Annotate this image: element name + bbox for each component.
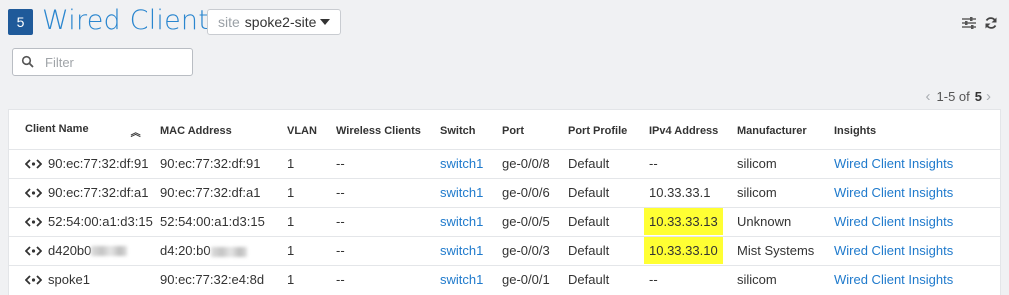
prev-page-button[interactable]: ‹	[922, 88, 935, 105]
wired-client-icon	[25, 187, 42, 198]
col-header-port[interactable]: Port	[502, 110, 568, 149]
wired-client-icon	[25, 245, 42, 256]
insights-link[interactable]: Wired Client Insights	[834, 214, 953, 229]
switch-link[interactable]: switch1	[440, 243, 483, 258]
table-row[interactable]: 52:54:00:a1:d3:15 52:54:00:a1:d3:15 1 --…	[9, 206, 1000, 236]
col-header-manufacturer[interactable]: Manufacturer	[737, 110, 834, 149]
switch-link[interactable]: switch1	[440, 272, 483, 287]
insights-link[interactable]: Wired Client Insights	[834, 156, 953, 171]
switch-link[interactable]: switch1	[440, 156, 483, 171]
client-name[interactable]: 52:54:00:a1:d3:15	[48, 214, 153, 229]
ipv4-address: 10.33.33.13	[644, 208, 723, 235]
redacted-text	[91, 245, 128, 256]
manufacturer: Unknown	[737, 206, 834, 236]
client-name[interactable]: d420b0	[48, 243, 91, 258]
port: ge-0/0/5	[502, 206, 568, 236]
col-header-switch[interactable]: Switch	[440, 110, 502, 149]
insights-link[interactable]: Wired Client Insights	[834, 185, 953, 200]
wired-client-icon	[25, 158, 42, 169]
table-row[interactable]: spoke1 90:ec:77:32:e4:8d 1 -- switch1 ge…	[9, 264, 1000, 294]
site-value: spoke2-site	[244, 14, 317, 30]
client-name[interactable]: 90:ec:77:32:df:91	[48, 156, 148, 171]
redacted-text	[210, 246, 247, 257]
col-header-mac-address[interactable]: MAC Address	[160, 110, 287, 149]
site-dropdown[interactable]: site spoke2-site	[207, 9, 341, 35]
wireless-clients: --	[336, 177, 440, 207]
page-total: 5	[974, 89, 982, 104]
ipv4-address: 10.33.33.1	[649, 177, 737, 207]
vlan: 1	[287, 235, 336, 265]
switch-link[interactable]: switch1	[440, 185, 483, 200]
table-row[interactable]: 90:ec:77:32:df:91 90:ec:77:32:df:91 1 --…	[9, 148, 1000, 178]
mac-address: d4:20:b0	[160, 243, 211, 258]
port: ge-0/0/3	[502, 235, 568, 265]
refresh-icon[interactable]	[983, 15, 999, 31]
port: ge-0/0/1	[502, 264, 568, 294]
chevron-down-icon	[320, 19, 330, 25]
vlan: 1	[287, 264, 336, 294]
insights-link[interactable]: Wired Client Insights	[834, 272, 953, 287]
wired-clients-table: Client Name ︽ MAC Address VLAN Wireless C…	[8, 109, 1001, 295]
col-header-client-name[interactable]: Client Name ︽	[9, 110, 160, 149]
port: ge-0/0/8	[502, 148, 568, 178]
col-header-insights[interactable]: Insights	[834, 110, 1000, 149]
manufacturer: Mist Systems	[737, 235, 834, 265]
col-header-port-profile[interactable]: Port Profile	[568, 110, 649, 149]
mac-address: 90:ec:77:32:df:a1	[160, 177, 287, 207]
client-count-badge: 5	[8, 9, 33, 35]
ipv4-address: --	[649, 148, 737, 178]
mac-address: 52:54:00:a1:d3:15	[160, 206, 287, 236]
pagination: ‹ 1-5 of 5 ›	[922, 88, 995, 105]
mac-address: 90:ec:77:32:e4:8d	[160, 264, 287, 294]
vlan: 1	[287, 148, 336, 178]
wired-client-icon	[25, 216, 42, 227]
port-profile: Default	[568, 148, 649, 178]
filter-input[interactable]	[45, 54, 185, 70]
wireless-clients: --	[336, 264, 440, 294]
manufacturer: silicom	[737, 148, 834, 178]
mac-address: 90:ec:77:32:df:91	[160, 148, 287, 178]
wireless-clients: --	[336, 206, 440, 236]
switch-link[interactable]: switch1	[440, 214, 483, 229]
client-name[interactable]: spoke1	[48, 272, 90, 287]
wireless-clients: --	[336, 235, 440, 265]
insights-link[interactable]: Wired Client Insights	[834, 243, 953, 258]
port-profile: Default	[568, 177, 649, 207]
page-range-label: 1-5 of	[936, 89, 970, 104]
col-header-ipv4-address[interactable]: IPv4 Address	[649, 110, 737, 149]
sort-icon[interactable]: ︽	[131, 124, 141, 139]
ipv4-address: --	[649, 264, 737, 294]
vlan: 1	[287, 206, 336, 236]
port: ge-0/0/6	[502, 177, 568, 207]
next-page-button[interactable]: ›	[982, 88, 995, 105]
client-name[interactable]: 90:ec:77:32:df:a1	[48, 185, 148, 200]
table-row[interactable]: 90:ec:77:32:df:a1 90:ec:77:32:df:a1 1 --…	[9, 177, 1000, 207]
vlan: 1	[287, 177, 336, 207]
table-row[interactable]: d420b0 d4:20:b0 1 -- switch1 ge-0/0/3 De…	[9, 235, 1000, 265]
page-title: Wired Clients	[42, 5, 224, 36]
port-profile: Default	[568, 206, 649, 236]
ipv4-address: 10.33.33.10	[644, 237, 723, 264]
manufacturer: silicom	[737, 264, 834, 294]
col-header-vlan[interactable]: VLAN	[287, 110, 336, 149]
port-profile: Default	[568, 264, 649, 294]
search-icon	[21, 55, 34, 68]
site-prefix-label: site	[218, 14, 240, 30]
manufacturer: silicom	[737, 177, 834, 207]
wired-client-icon	[25, 275, 42, 285]
sliders-icon[interactable]	[961, 15, 977, 31]
col-header-wireless-clients[interactable]: Wireless Clients	[336, 110, 440, 149]
table-header-row: Client Name ︽ MAC Address VLAN Wireless C…	[9, 110, 1000, 149]
port-profile: Default	[568, 235, 649, 265]
wireless-clients: --	[336, 148, 440, 178]
filter-field[interactable]	[12, 48, 193, 76]
